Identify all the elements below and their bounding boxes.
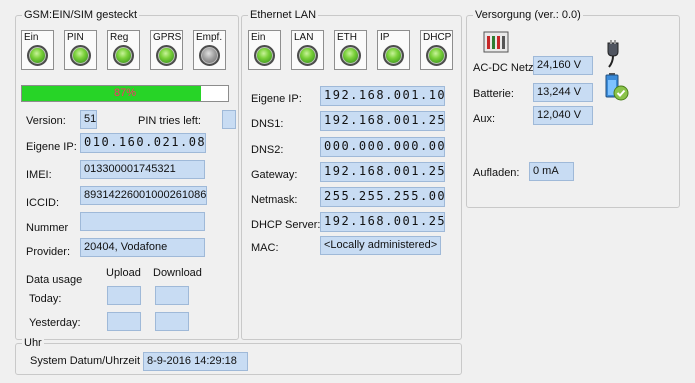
gsm-led-2: Reg	[107, 30, 140, 70]
gsm-ip-field[interactable]: 010.160.021.084	[80, 133, 206, 153]
today-label: Today:	[29, 293, 62, 305]
yesterday-upload-field[interactable]	[107, 312, 141, 331]
batterie-label: Batterie:	[473, 88, 514, 100]
download-header: Download	[153, 267, 202, 279]
gsm-status-led-icon	[70, 45, 91, 66]
aufladen-label: Aufladen:	[473, 167, 520, 179]
ethernet-row-label: Eigene IP:	[251, 93, 302, 105]
ethernet-led-3: IP	[377, 30, 410, 70]
yesterday-download-field[interactable]	[155, 312, 189, 331]
ethernet-status-led-icon	[426, 45, 447, 66]
gsm-status-led-icon	[27, 45, 48, 66]
aux-field[interactable]: 12,040 V	[533, 106, 593, 125]
ethernet-led-0: Ein	[248, 30, 281, 70]
ethernet-led-label: ETH	[337, 32, 357, 43]
ethernet-row-label: DNS2:	[251, 144, 284, 156]
signal-strength-bar: 87%	[21, 85, 229, 102]
gsm-led-label: GPRS	[153, 32, 182, 43]
aufladen-field[interactable]: 0 mA	[529, 162, 574, 181]
gsm-led-label: Reg	[110, 32, 129, 43]
today-upload-field[interactable]	[107, 286, 141, 305]
gsm-led-1: PIN	[64, 30, 97, 70]
ethernet-row-field[interactable]: 255.255.255.000	[320, 187, 445, 207]
ethernet-row-field[interactable]: 192.168.001.254	[320, 111, 445, 131]
version-field[interactable]: 51	[80, 110, 97, 129]
ethernet-led-2: ETH	[334, 30, 367, 70]
ethernet-row-label: Netmask:	[251, 194, 298, 206]
ethernet-group: Ethernet LAN Ein LAN ETH IP DHCP Eigene IP: 1…	[241, 8, 462, 340]
yesterday-label: Yesterday:	[29, 317, 81, 329]
iccid-label: ICCID:	[26, 197, 59, 209]
ethernet-led-label: DHCP	[423, 32, 452, 43]
today-download-field[interactable]	[155, 286, 189, 305]
pin-tries-field[interactable]	[222, 110, 236, 129]
ethernet-led-label: Ein	[251, 32, 266, 43]
provider-label: Provider:	[26, 246, 71, 258]
ethernet-row-field[interactable]: 192.168.001.254	[320, 162, 445, 182]
ethernet-row-label: Gateway:	[251, 169, 298, 181]
ethernet-led-4: DHCP	[420, 30, 453, 70]
ethernet-led-1: LAN	[291, 30, 324, 70]
gsm-status-led-icon	[156, 45, 177, 66]
ethernet-group-title: Ethernet LAN	[248, 8, 319, 22]
batterie-field[interactable]: 13,244 V	[533, 83, 593, 102]
iccid-field[interactable]: 89314226001000261086	[80, 186, 207, 205]
ethernet-status-led-icon	[383, 45, 404, 66]
pin-tries-label: PIN tries left:	[138, 115, 201, 127]
gsm-led-label: Ein	[24, 32, 39, 43]
gsm-group-title: GSM:EIN/SIM gesteckt	[22, 8, 140, 22]
system-datetime-label: System Datum/Uhrzeit	[30, 355, 141, 367]
nummer-field[interactable]	[80, 212, 205, 231]
ethernet-row-field[interactable]: 192.168.001.254	[320, 212, 445, 232]
ethernet-status-led-icon	[340, 45, 361, 66]
versorgung-group-title: Versorgung (ver.: 0.0)	[473, 8, 583, 22]
versorgung-group: Versorgung (ver.: 0.0) AC-DC Netz 24,160…	[466, 8, 680, 208]
acdc-field[interactable]: 24,160 V	[533, 56, 593, 75]
mac-field[interactable]: <Locally administered>	[320, 236, 441, 255]
gsm-led-3: GPRS	[150, 30, 183, 70]
system-datetime-field[interactable]: 8-9-2016 14:29:18	[143, 352, 248, 371]
gsm-status-led-icon	[113, 45, 134, 66]
power-plug-icon	[607, 40, 619, 68]
data-usage-label: Data usage	[26, 274, 83, 286]
ethernet-row-label: DHCP Server:	[251, 219, 321, 231]
gsm-ip-label: Eigene IP:	[26, 141, 77, 153]
ethernet-row-field[interactable]: 000.000.000.000	[320, 137, 445, 157]
gsm-led-0: Ein	[21, 30, 54, 70]
nummer-label: Nummer	[26, 222, 69, 234]
uhr-group: Uhr System Datum/Uhrzeit 8-9-2016 14:29:…	[15, 336, 462, 375]
aux-label: Aux:	[473, 113, 496, 125]
ethernet-status-led-icon	[297, 45, 318, 66]
battery-meter-icon	[483, 31, 509, 53]
gsm-led-label: Empf.	[196, 32, 223, 43]
imei-label: IMEI:	[26, 169, 52, 181]
ethernet-status-led-icon	[254, 45, 275, 66]
ethernet-led-label: IP	[380, 32, 390, 43]
battery-ok-icon	[605, 73, 629, 101]
mac-label: MAC:	[251, 242, 279, 254]
ethernet-row-label: DNS1:	[251, 118, 284, 130]
upload-header: Upload	[106, 267, 141, 279]
imei-field[interactable]: 013300001745321	[80, 160, 205, 179]
uhr-group-title: Uhr	[22, 336, 44, 350]
ethernet-led-label: LAN	[294, 32, 314, 43]
version-label: Version:	[26, 115, 66, 127]
gsm-status-led-icon	[199, 45, 220, 66]
signal-strength-text: 87%	[113, 87, 137, 99]
ethernet-row-field[interactable]: 192.168.001.100	[320, 86, 445, 106]
acdc-label: AC-DC Netz	[473, 62, 534, 74]
gsm-group: GSM:EIN/SIM gesteckt Ein PIN Reg GPRS Empf. …	[15, 8, 239, 340]
provider-field[interactable]: 20404, Vodafone	[80, 238, 205, 257]
gsm-led-label: PIN	[67, 32, 84, 43]
gsm-led-4: Empf.	[193, 30, 226, 70]
